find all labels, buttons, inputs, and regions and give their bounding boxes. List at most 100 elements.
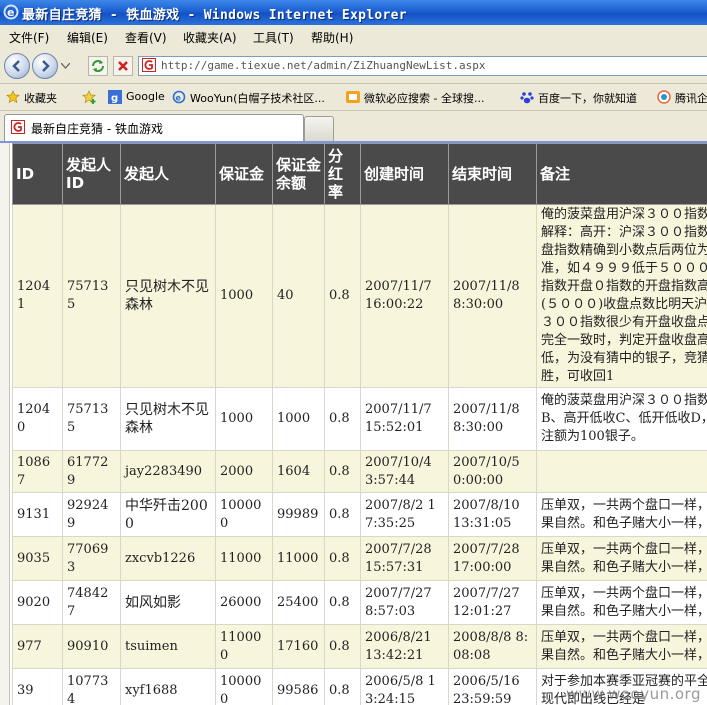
cell-end: 2007/11/8 8:30:00	[448, 204, 537, 388]
cell-deposit: 1000	[215, 387, 273, 451]
tab-bar: 最新自庄竞猜 - 铁血游戏	[0, 111, 707, 141]
window-title: 最新自庄竞猜 - 铁血游戏 - Windows Internet Explore…	[22, 8, 407, 23]
cell-created: 2007/10/4 3:57:44	[360, 450, 449, 493]
url-text: http://game.tiexue.net/admin/ZiZhuangNew…	[161, 59, 486, 72]
menu-edit[interactable]: 编辑(E)	[67, 29, 108, 46]
refresh-button[interactable]	[88, 56, 108, 76]
cell-deposit-balance: 99989	[272, 492, 325, 537]
cell-initiator: zxcvb1226	[120, 536, 216, 581]
cell-created: 2007/7/27 8:57:03	[360, 580, 449, 625]
google-icon: g	[108, 90, 122, 104]
menu-favorites[interactable]: 收藏夹(A)	[183, 29, 237, 46]
url-input[interactable]: http://game.tiexue.net/admin/ZiZhuangNew…	[138, 56, 707, 76]
cell-created: 2007/11/7 15:52:01	[360, 387, 449, 451]
cell-end: 2007/7/28 17:00:00	[448, 536, 537, 581]
cell-id: 10867	[12, 450, 63, 493]
menu-view[interactable]: 查看(V)	[125, 29, 167, 46]
col-header-deposit-balance: 保证金余额	[272, 143, 325, 205]
cell-initiator: 只见树木不见森林	[120, 204, 216, 388]
cell-initiator: 只见树木不见森林	[120, 387, 216, 451]
cell-end: 2007/8/10 13:31:05	[448, 492, 537, 537]
cell-note: 压单双，一共两个盘口一样，结果自然。和色子赌大小一样，	[536, 492, 707, 537]
back-button[interactable]	[4, 53, 30, 79]
cell-initiator: 如风如影	[120, 580, 216, 625]
cell-id: 39	[12, 668, 63, 705]
cell-dividend-rate: 0.8	[324, 668, 361, 705]
cell-deposit: 2000	[215, 450, 273, 493]
add-favorite-icon[interactable]	[82, 90, 98, 104]
cell-deposit: 100000	[215, 668, 273, 705]
cell-deposit-balance: 1604	[272, 450, 325, 493]
cell-dividend-rate: 0.8	[324, 580, 361, 625]
cell-created: 2006/8/21 13:42:21	[360, 624, 449, 669]
col-header-end: 结束时间	[448, 143, 537, 205]
bing-icon	[346, 91, 360, 103]
cell-end: 2007/11/8 8:30:00	[448, 387, 537, 451]
cell-id: 977	[12, 624, 63, 669]
cell-initiator-id: 617729	[62, 450, 121, 493]
cell-initiator-id: 770693	[62, 536, 121, 581]
cell-id: 12041	[12, 204, 63, 388]
cell-id: 9035	[12, 536, 63, 581]
cell-initiator: tsuimen	[120, 624, 216, 669]
stop-icon	[118, 61, 128, 71]
cell-created: 2006/5/8 13:24:15	[360, 668, 449, 705]
col-header-dividend-rate: 分红率	[324, 143, 361, 205]
menu-file[interactable]: 文件(F)	[9, 29, 49, 46]
cell-initiator-id: 107734	[62, 668, 121, 705]
cell-deposit-balance: 11000	[272, 536, 325, 581]
baidu-paw-icon	[520, 92, 534, 104]
cell-initiator-id: 929249	[62, 492, 121, 537]
table-row: 9131 929249 中华歼击2000 100000 99989 0.8 20…	[12, 492, 707, 537]
menu-bar: 文件(F) 编辑(E) 查看(V) 收藏夹(A) 工具(T) 帮助(H)	[0, 25, 707, 48]
cell-deposit: 1000	[215, 204, 273, 388]
left-frame-border	[0, 143, 10, 705]
tab-current-page[interactable]: 最新自庄竞猜 - 铁血游戏	[4, 114, 304, 141]
cell-end: 2006/5/16 23:59:59	[448, 668, 537, 705]
star-icon	[6, 90, 20, 104]
cell-note: 俺的菠菜盘用沪深３００指数收B、高开低收C、低开低收D，投注额为100银子。	[536, 387, 707, 451]
forward-button[interactable]	[32, 53, 58, 79]
cell-deposit: 100000	[215, 492, 273, 537]
cell-end: 2007/10/5 0:00:00	[448, 450, 537, 493]
svg-text:e: e	[176, 94, 182, 103]
cell-dividend-rate: 0.8	[324, 536, 361, 581]
cell-deposit-balance: 40	[272, 204, 325, 388]
window-titlebar[interactable]: e 最新自庄竞猜 - 铁血游戏 - Windows Internet Explo…	[0, 0, 707, 25]
cell-dividend-rate: 0.8	[324, 387, 361, 451]
table-header-row: ID 发起人ID 发起人 保证金 保证金余额 分红率 创建时间 结束时间 备注	[12, 143, 707, 205]
history-dropdown-icon[interactable]	[61, 63, 70, 69]
back-arrow-icon	[12, 60, 20, 72]
cell-note: 压单双，一共两个盘口一样，结果自然。和色子赌大小一样，	[536, 624, 707, 669]
table-row: 977 90910 tsuimen 110000 17160 0.8 2006/…	[12, 624, 707, 669]
table-row: 10867 617729 jay2283490 2000 1604 0.8 20…	[12, 450, 707, 493]
ie-logo-icon: e	[3, 4, 19, 20]
ie-page-icon: e	[172, 90, 186, 104]
table-row: 9035 770693 zxcvb1226 11000 11000 0.8 20…	[12, 536, 707, 581]
tencent-icon	[657, 90, 671, 104]
site-favicon-icon	[11, 120, 25, 134]
cell-id: 9020	[12, 580, 63, 625]
favorites-label: 收藏夹	[24, 92, 57, 105]
cell-deposit-balance: 99586	[272, 668, 325, 705]
cell-dividend-rate: 0.8	[324, 492, 361, 537]
cell-id: 12040	[12, 387, 63, 451]
table-row: 12040 757135 只见树木不见森林 1000 1000 0.8 2007…	[12, 387, 707, 451]
forward-arrow-icon	[42, 60, 50, 72]
cell-deposit: 26000	[215, 580, 273, 625]
address-bar: http://game.tiexue.net/admin/ZiZhuangNew…	[0, 47, 707, 84]
cell-initiator: jay2283490	[120, 450, 216, 493]
new-tab-button[interactable]	[304, 116, 334, 141]
menu-tools[interactable]: 工具(T)	[253, 29, 294, 46]
col-header-initiator-id: 发起人ID	[62, 143, 121, 205]
cell-id: 9131	[12, 492, 63, 537]
table-row: 12041 757135 只见树木不见森林 1000 40 0.8 2007/1…	[12, 204, 707, 388]
stop-button[interactable]	[113, 56, 133, 76]
menu-help[interactable]: 帮助(H)	[311, 29, 353, 46]
cell-initiator-id: 748427	[62, 580, 121, 625]
svg-text:g: g	[111, 93, 118, 104]
cell-initiator-id: 757135	[62, 204, 121, 388]
col-header-initiator: 发起人	[120, 143, 216, 205]
cell-end: 2008/8/8 8:08:08	[448, 624, 537, 669]
col-header-note: 备注	[536, 143, 707, 205]
